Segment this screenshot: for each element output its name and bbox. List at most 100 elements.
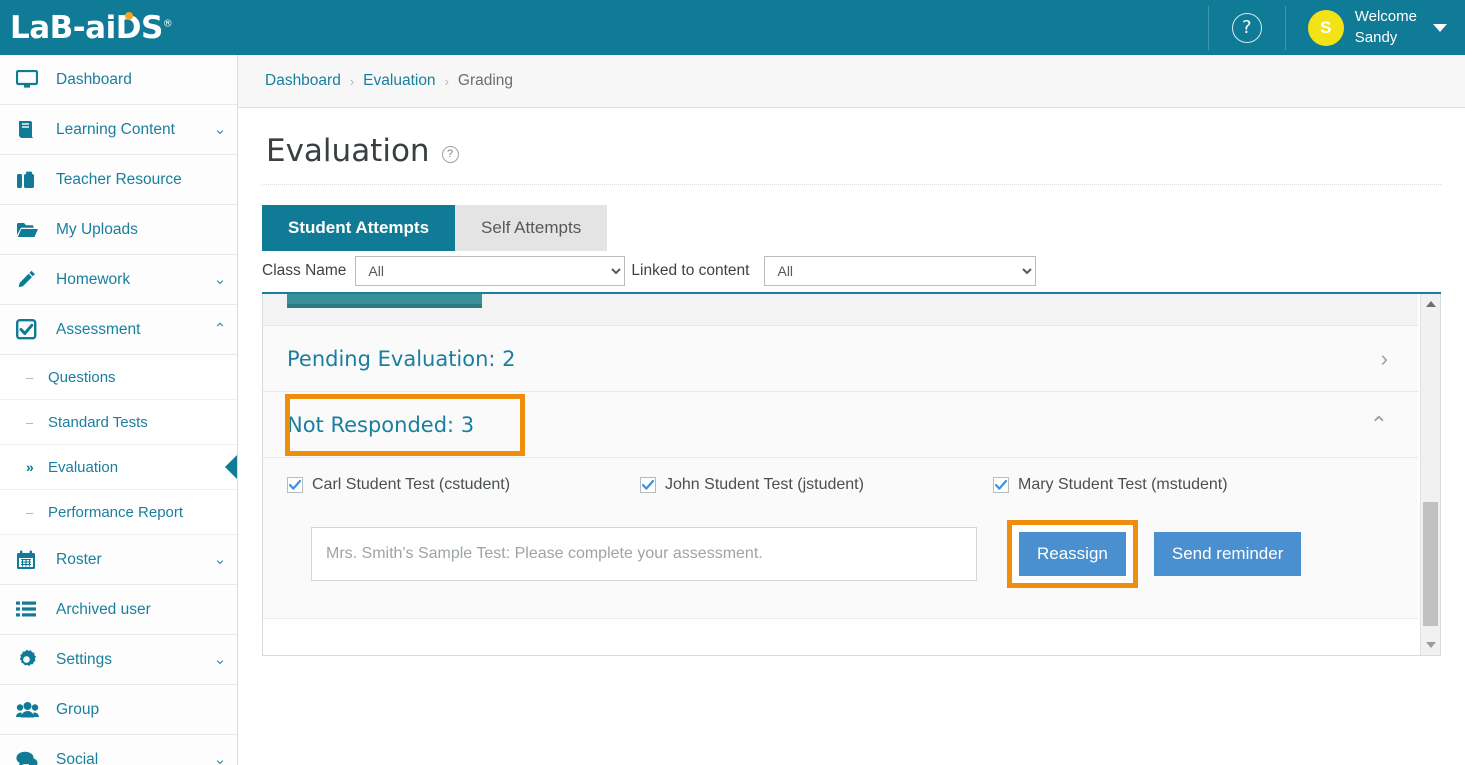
sidebar-item-my-uploads[interactable]: My Uploads	[0, 205, 237, 255]
chevron-right-icon[interactable]: ›	[1381, 348, 1388, 370]
welcome-username: Sandy	[1355, 28, 1417, 48]
chevron-down-icon[interactable]: ⌄	[203, 750, 237, 765]
book-icon	[16, 118, 46, 142]
section-title: Not Responded: 3	[287, 413, 1370, 437]
student-checkbox-row: Carl Student Test (cstudent) John Studen…	[287, 476, 1394, 494]
highlight-box-reassign: Reassign	[1007, 520, 1138, 588]
monitor-icon	[16, 68, 46, 92]
checkbox-icon	[16, 318, 46, 342]
sidebar-item-questions[interactable]: – Questions	[0, 355, 237, 400]
chevron-down-icon[interactable]	[1433, 24, 1447, 32]
sidebar-label: Settings	[56, 651, 203, 669]
section-not-responded[interactable]: Not Responded: 3 ⌃	[263, 392, 1418, 458]
sidebar-item-archived-user[interactable]: Archived user	[0, 585, 237, 635]
class-name-label: Class Name	[262, 262, 346, 280]
action-row: Reassign Send reminder	[287, 520, 1394, 588]
student-label: John Student Test (jstudent)	[665, 476, 864, 494]
pencil-icon	[16, 268, 46, 292]
chevron-down-icon[interactable]: ⌄	[203, 650, 237, 669]
scroll-down-arrow[interactable]	[1421, 635, 1441, 655]
student-checkbox[interactable]	[287, 477, 303, 493]
sidebar-subnav: – Questions – Standard Tests » Evaluatio…	[0, 355, 237, 535]
breadcrumb-item-evaluation[interactable]: Evaluation	[363, 72, 435, 90]
sidebar-item-learning-content[interactable]: Learning Content ⌄	[0, 105, 237, 155]
people-icon	[16, 698, 46, 722]
linked-to-content-select[interactable]: All	[764, 256, 1036, 286]
sidebar-item-settings[interactable]: Settings ⌄	[0, 635, 237, 685]
student-checkbox[interactable]	[640, 477, 656, 493]
brand-logo[interactable]: LaB-aiDS®	[0, 0, 238, 55]
sidebar-label: Archived user	[56, 601, 203, 619]
sidebar-label: Group	[56, 701, 203, 719]
avatar: S	[1308, 10, 1344, 46]
sidebar-label: My Uploads	[56, 221, 203, 239]
student-item[interactable]: John Student Test (jstudent)	[640, 476, 993, 494]
folder-icon	[16, 218, 46, 242]
linked-to-content-label: Linked to content	[631, 262, 749, 280]
active-indicator-arrow	[225, 454, 238, 480]
triangle-down-icon	[1426, 642, 1436, 648]
logo-wordmark: LaB-aiDS	[10, 10, 163, 46]
list-icon	[16, 598, 46, 622]
sidebar-item-homework[interactable]: Homework ⌄	[0, 255, 237, 305]
student-checkbox[interactable]	[993, 477, 1009, 493]
send-reminder-button[interactable]: Send reminder	[1154, 532, 1302, 576]
chevron-down-icon[interactable]: ⌄	[203, 270, 237, 289]
welcome-greeting: Welcome	[1355, 8, 1417, 25]
briefcase-icon	[16, 168, 46, 192]
topbar-right-group: ? S Welcome Sandy	[1208, 0, 1465, 55]
student-item[interactable]: Mary Student Test (mstudent)	[993, 476, 1228, 494]
gear-icon	[16, 648, 46, 672]
class-name-select[interactable]: All	[355, 256, 625, 286]
logo-text: LaB-aiDS®	[10, 10, 172, 46]
help-button[interactable]: ?	[1209, 0, 1285, 55]
triangle-up-icon	[1426, 301, 1436, 307]
scroll-up-arrow[interactable]	[1421, 294, 1441, 314]
logo-dot-accent	[125, 12, 133, 20]
sidebar-item-social[interactable]: Social ⌄	[0, 735, 237, 765]
breadcrumb-item-dashboard[interactable]: Dashboard	[265, 72, 341, 90]
scrollbar-thumb[interactable]	[1423, 502, 1438, 626]
chevron-down-icon[interactable]: ⌄	[203, 550, 237, 569]
panel-scrollbar[interactable]	[1420, 294, 1440, 655]
sidebar-label: Learning Content	[56, 121, 203, 139]
student-item[interactable]: Carl Student Test (cstudent)	[287, 476, 640, 494]
breadcrumb-separator: ›	[445, 74, 449, 89]
sidebar-item-teacher-resource[interactable]: Teacher Resource	[0, 155, 237, 205]
page-header: Evaluation ?	[238, 108, 1465, 169]
chevron-down-icon[interactable]: ⌄	[203, 120, 237, 139]
sidebar-label: Roster	[56, 551, 203, 569]
sidebar-item-evaluation[interactable]: » Evaluation	[0, 445, 237, 490]
breadcrumb: Dashboard › Evaluation › Grading	[238, 55, 1465, 108]
evaluation-scroll-panel: Cumulative Report Pending Evaluation: 2 …	[262, 294, 1441, 656]
sidebar-item-group[interactable]: Group	[0, 685, 237, 735]
chevron-up-icon[interactable]: ⌃	[203, 320, 237, 339]
sidebar-item-dashboard[interactable]: Dashboard	[0, 55, 237, 105]
sidebar: Dashboard Learning Content ⌄ Teacher Res…	[0, 55, 238, 765]
section-pending-evaluation[interactable]: Pending Evaluation: 2 ›	[263, 326, 1418, 392]
sidebar-item-roster[interactable]: Roster ⌄	[0, 535, 237, 585]
tab-self-attempts[interactable]: Self Attempts	[455, 205, 607, 251]
sidebar-label: Evaluation	[44, 459, 118, 476]
user-menu[interactable]: S Welcome Sandy	[1286, 0, 1465, 55]
sidebar-item-assessment[interactable]: Assessment ⌃	[0, 305, 237, 355]
title-divider	[262, 184, 1441, 185]
welcome-text: Welcome Sandy	[1355, 7, 1417, 48]
chevron-up-icon[interactable]: ⌃	[1370, 414, 1388, 436]
reassign-button[interactable]: Reassign	[1019, 532, 1126, 576]
filter-bar: Class Name All Linked to content All	[262, 251, 1465, 286]
help-icon: ?	[1232, 13, 1262, 43]
sidebar-item-performance-report[interactable]: – Performance Report	[0, 490, 237, 535]
subnav-marker: –	[24, 505, 44, 520]
sidebar-label: Homework	[56, 271, 203, 289]
reminder-message-input[interactable]	[311, 527, 977, 581]
sidebar-item-standard-tests[interactable]: – Standard Tests	[0, 400, 237, 445]
breadcrumb-item-grading: Grading	[458, 72, 513, 90]
evaluation-panel-content: Cumulative Report Pending Evaluation: 2 …	[263, 294, 1418, 619]
tab-student-attempts[interactable]: Student Attempts	[262, 205, 455, 251]
chat-icon	[16, 748, 46, 765]
app-root: LaB-aiDS® ? S Welcome Sandy	[0, 0, 1465, 765]
student-label: Mary Student Test (mstudent)	[1018, 476, 1228, 494]
page-help-icon[interactable]: ?	[442, 146, 459, 163]
cumulative-report-button[interactable]: Cumulative Report	[287, 294, 482, 308]
